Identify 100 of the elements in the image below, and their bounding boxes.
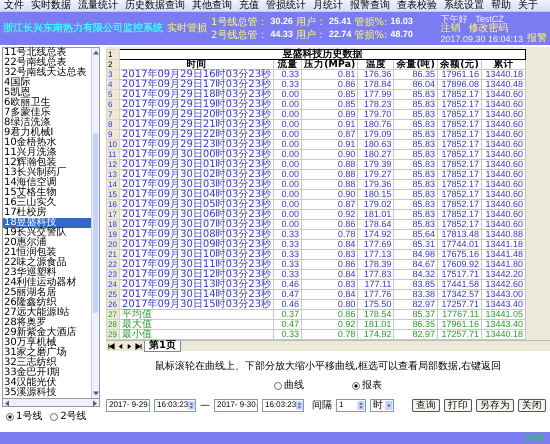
scroll-up-icon[interactable] [92,48,100,57]
table-cell: 178.64 [358,220,394,230]
line-option[interactable]: 2号线 [50,411,87,422]
sidebar-item[interactable]: 19长兴交警队 [3,228,91,238]
sheet-tab[interactable]: 第1页 [144,340,181,352]
dialog-button[interactable]: 另存为 [476,399,514,412]
sidebar-item[interactable]: 33金巴开Ⅰ期 [3,368,91,378]
row-number: 13 [106,170,120,180]
table-cell: 17961.16 [438,70,482,80]
end-date-field[interactable]: 2017- 9-30 [214,399,258,412]
sidebar-item[interactable]: 16三山实久 [3,198,91,208]
sidebar-item[interactable]: 22味之源食品 [3,258,91,268]
previous-page-icon[interactable] [117,342,124,350]
range-separator: — [200,400,210,411]
line-option[interactable]: 1号线 [6,411,42,422]
stat-label: 用户： [296,16,326,28]
interval-field[interactable]: 1 [336,399,366,412]
sidebar-item[interactable]: 21恒润包装 [3,248,91,258]
table-cell: 0.33 [274,240,302,250]
dialog-button[interactable]: 关闭 [518,399,546,412]
horizontal-scrollbar[interactable] [2,399,100,407]
sidebar-item[interactable]: 24利佳运动器材 [3,278,91,288]
start-date-field[interactable]: 2017- 9-29 [106,399,150,412]
unit-dropdown[interactable]: 时 [370,399,394,412]
dialog-button[interactable]: 查询 [412,399,440,412]
sidebar-item[interactable]: 32三志纺织 [3,358,91,368]
view-radio-icon[interactable] [352,382,360,390]
sidebar-item[interactable]: 8绿洁洗涤 [3,118,91,128]
sidebar-item[interactable]: 5凯恩 [3,88,91,98]
sidebar-item[interactable]: 13长兴制药厂 [3,168,91,178]
sidebar-item[interactable]: 17杜校房 [3,208,91,218]
start-time-field[interactable]: 16:03:23 [154,399,196,412]
row-number: 9 [106,130,120,140]
last-page-icon[interactable] [135,342,142,350]
menu-item[interactable]: 报警查询 [350,0,390,11]
line-radio-icon[interactable] [6,412,14,420]
sidebar-item[interactable]: 35溪源科技 [3,388,91,398]
spinner-arrows-icon[interactable] [188,401,195,410]
sidebar-item[interactable]: 26隆鑫纺织 [3,298,91,308]
sidebar-item[interactable]: 28将奥罗 [3,318,91,328]
sidebar-item[interactable]: 11兴月洗涤 [3,148,91,158]
sidebar-item[interactable]: 23华巡塑料 [3,268,91,278]
table-cell: 86.35 [394,320,438,330]
sidebar-item[interactable]: 6欧丽卫生 [3,98,91,108]
scroll-down-icon[interactable] [92,389,100,398]
table-cell: 85.31 [394,240,438,250]
menu-item[interactable]: 其他查询 [192,0,232,11]
sidebar-item[interactable]: 7多蒙佳乐 [3,108,91,118]
row-number: 27 [106,310,120,320]
view-radio-icon[interactable] [274,382,282,390]
sidebar-item[interactable]: 34汉能光伏 [3,378,91,388]
sidebar-item[interactable]: 12辉瀚包装 [3,158,91,168]
scroll-right-icon[interactable] [91,399,99,408]
sidebar-item[interactable]: 31家之磨广场 [3,348,91,358]
first-page-icon[interactable] [108,342,115,350]
vertical-scrollbar[interactable] [91,48,99,398]
scroll-left-icon[interactable] [3,399,11,408]
menu-item[interactable]: 帮助 [491,0,511,11]
row-number: 18 [106,220,120,230]
table-cell: 0.85 [302,90,358,100]
row-number: 11 [106,150,120,160]
view-option[interactable]: 曲线 [274,380,304,391]
next-page-icon[interactable] [126,342,133,350]
sidebar-item[interactable]: 15艾格生物 [3,188,91,198]
table-cell: 85.83 [394,100,438,110]
spinner-arrows-icon[interactable] [357,401,365,410]
table-cell: 2017年09月29日22时03分23秒 [120,130,274,140]
table-cell: 0.83 [302,280,358,290]
sidebar-item[interactable]: 29新紫金大酒店 [3,328,91,338]
table-cell: 0.00 [274,90,302,100]
sidebar-item[interactable]: 30万享机械 [3,338,91,348]
sidebar-item[interactable]: 10金梧热水 [3,138,91,148]
table-cell: 13440.60 [482,110,526,120]
table-cell: 13440.60 [482,210,526,220]
sidebar-item[interactable]: 27远大能源Ⅰ站 [3,308,91,318]
scrollbar-thumb[interactable] [93,133,98,313]
table-cell: 177.69 [358,240,394,250]
sidebar-item[interactable]: 11号北线总表 [3,48,91,58]
table-cell: 0.46 [274,300,302,310]
table-cell: 0.84 [302,290,358,300]
menu-item[interactable]: 历史数据查询 [125,0,185,11]
sidebar-item[interactable]: 9君力机械Ⅰ [3,128,91,138]
table-cell: 181.01 [358,320,394,330]
sidebar-item[interactable]: 22号南线总表 [3,58,91,68]
table-cell: 0.87 [302,130,358,140]
sidebar-item[interactable]: 14海信空调 [3,178,91,188]
sidebar-item[interactable]: 20惠尔浦 [3,238,91,248]
sidebar-item[interactable]: 32号南线天达总表 [3,68,91,78]
line-radio-icon[interactable] [50,412,58,420]
sidebar-item[interactable]: 4国际 [3,78,91,88]
dialog-button[interactable]: 打印 [444,399,472,412]
view-option[interactable]: 报表 [352,380,382,391]
spinner-arrows-icon[interactable] [296,401,303,410]
table-cell: 2017年09月30日04时03分23秒 [120,190,274,200]
table-cell: 0.86 [302,310,358,320]
sidebar-item[interactable]: 25丽湖名居 [3,288,91,298]
menu-item[interactable]: 查表校验 [397,0,437,11]
stat-value: 16.03 [390,17,413,27]
end-time-field[interactable]: 16:03:23 [262,399,304,412]
table-cell: 2017年09月30日14时03分23秒 [120,290,274,300]
